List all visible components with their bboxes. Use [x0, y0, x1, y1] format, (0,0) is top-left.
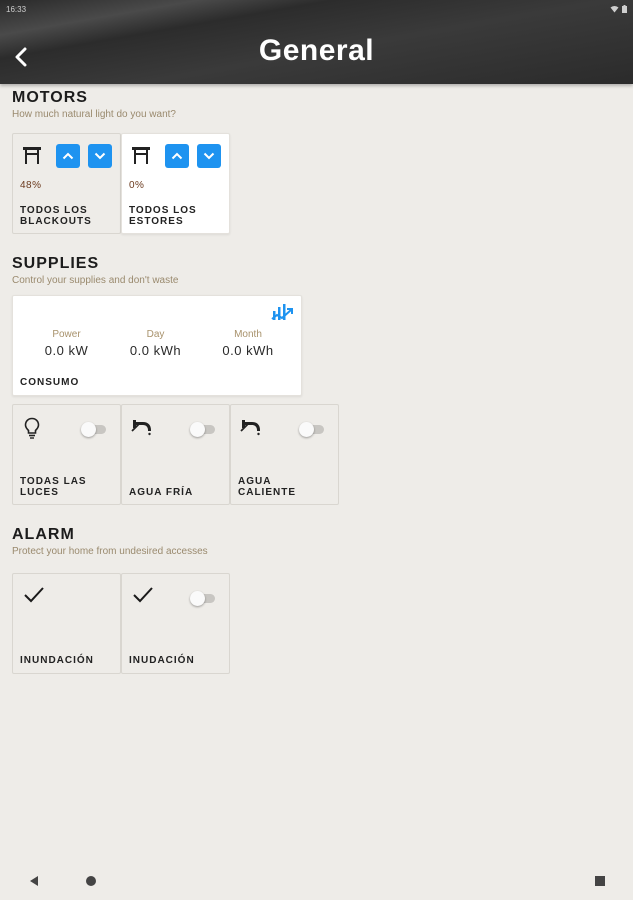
system-nav-bar: [0, 862, 633, 900]
inudacion-label: INUDACIÓN: [129, 655, 195, 666]
motors-section-header: MOTORS How much natural light do you wan…: [12, 89, 176, 120]
agua-fria-toggle[interactable]: [190, 422, 216, 437]
luces-label-line2: LUCES: [20, 487, 59, 498]
month-label: Month: [234, 329, 262, 340]
toggle-knob: [299, 422, 314, 437]
check-icon: [24, 587, 44, 603]
month-metric: Month 0.0 kWh: [213, 329, 283, 358]
toggle-knob: [81, 422, 96, 437]
power-label: Power: [52, 329, 81, 340]
alarm-title: ALARM: [12, 526, 75, 543]
estores-down-button[interactable]: [197, 144, 221, 168]
switch-tile-agua-caliente[interactable]: AGUA CALIENTE: [230, 404, 339, 505]
bulb-icon: [24, 417, 40, 439]
faucet-icon: [240, 420, 260, 436]
blackouts-down-button[interactable]: [88, 144, 112, 168]
nav-recents-icon[interactable]: [594, 875, 606, 887]
chevron-up-icon: [62, 152, 74, 160]
status-bar: 16:33: [0, 0, 633, 18]
nav-back-icon[interactable]: [28, 875, 40, 887]
agua-caliente-label-line2: CALIENTE: [238, 487, 296, 498]
blinds-icon: [23, 147, 41, 164]
consumo-label: CONSUMO: [20, 377, 80, 388]
faucet-icon: [131, 420, 151, 436]
blackouts-up-button[interactable]: [56, 144, 80, 168]
blackouts-label-line2: BLACKOUTS: [20, 216, 92, 227]
switch-tile-agua-fria[interactable]: AGUA FRÍA: [121, 404, 230, 505]
system-icons: [610, 5, 627, 13]
motor-tile-estores[interactable]: 0% TODOS LOS ESTORES: [121, 133, 230, 234]
estores-percent: 0%: [129, 180, 145, 191]
chart-trend-icon: [271, 304, 293, 320]
chevron-down-icon: [203, 152, 215, 160]
power-value: 0.0 kW: [44, 343, 89, 358]
day-label: Day: [146, 329, 165, 340]
page-title: General: [258, 34, 375, 67]
alarm-section-header: ALARM Protect your home from undesired a…: [12, 526, 208, 557]
toggle-knob: [190, 422, 205, 437]
nav-home-icon[interactable]: [85, 875, 97, 887]
day-value: 0.0 kWh: [129, 343, 182, 358]
motor-tile-blackouts[interactable]: 48% TODOS LOS BLACKOUTS: [12, 133, 121, 234]
estores-label-line2: ESTORES: [129, 216, 184, 227]
blackouts-label-line1: TODOS LOS: [20, 205, 88, 216]
chevron-up-icon: [171, 152, 183, 160]
motors-title: MOTORS: [12, 89, 88, 106]
consumo-tile[interactable]: Power 0.0 kW Day 0.0 kWh Month 0.0 kWh C…: [12, 295, 302, 396]
alarm-tile-inudacion[interactable]: INUDACIÓN: [121, 573, 230, 674]
battery-icon: [622, 5, 627, 13]
switch-tile-luces[interactable]: TODAS LAS LUCES: [12, 404, 121, 505]
alarm-subtitle: Protect your home from undesired accesse…: [12, 546, 208, 557]
status-time: 16:33: [6, 4, 27, 14]
check-icon: [133, 587, 153, 603]
blinds-icon: [132, 147, 150, 164]
toggle-knob: [190, 591, 205, 606]
luces-toggle[interactable]: [81, 422, 107, 437]
inudacion-toggle[interactable]: [190, 591, 216, 606]
estores-up-button[interactable]: [165, 144, 189, 168]
day-metric: Day 0.0 kWh: [123, 329, 188, 358]
agua-caliente-label-line1: AGUA: [238, 476, 272, 487]
estores-label-line1: TODOS LOS: [129, 205, 197, 216]
supplies-subtitle: Control your supplies and don't waste: [12, 275, 179, 286]
motors-subtitle: How much natural light do you want?: [12, 109, 176, 120]
luces-label-line1: TODAS LAS: [20, 476, 87, 487]
alarm-tile-inundacion[interactable]: INUNDACIÓN: [12, 573, 121, 674]
agua-fria-label: AGUA FRÍA: [129, 487, 194, 498]
inundacion-label: INUNDACIÓN: [20, 655, 94, 666]
month-value: 0.0 kWh: [222, 343, 274, 358]
supplies-title: SUPPLIES: [12, 255, 100, 272]
chevron-down-icon: [94, 152, 106, 160]
agua-caliente-toggle[interactable]: [299, 422, 325, 437]
power-metric: Power 0.0 kW: [39, 329, 94, 358]
wifi-icon: [610, 6, 619, 13]
supplies-section-header: SUPPLIES Control your supplies and don't…: [12, 255, 178, 286]
blackouts-percent: 48%: [20, 180, 42, 191]
